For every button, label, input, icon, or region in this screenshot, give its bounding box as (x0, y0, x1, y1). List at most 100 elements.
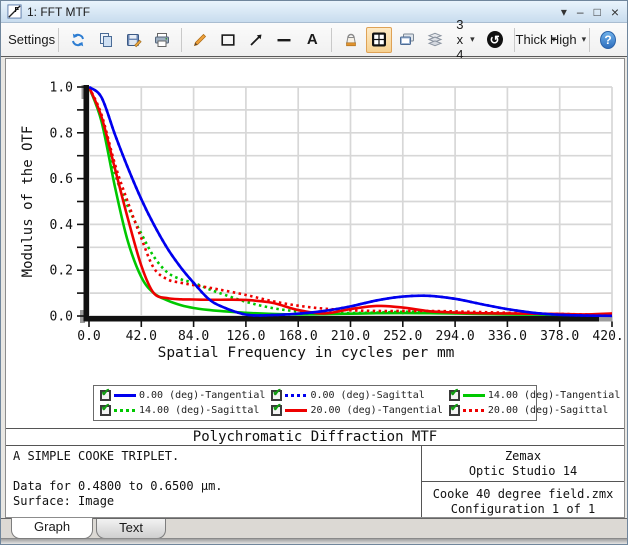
settings-label: Settings (8, 32, 55, 47)
x-tick-label: 42.0 (126, 329, 157, 344)
toolbar-separator (58, 28, 59, 52)
rectangle-annotation-button[interactable] (215, 27, 241, 53)
legend-label: 20.00 (deg)-Tangential (310, 405, 442, 416)
copy-icon (98, 32, 114, 48)
toolbar-separator (514, 28, 515, 52)
window-menu-button[interactable]: ▾ (561, 6, 567, 18)
tabbar: GraphText (1, 518, 627, 540)
grid-layout-button[interactable] (366, 27, 392, 53)
minimize-button[interactable]: – (577, 6, 584, 18)
legend-checkbox[interactable]: ✔ (449, 390, 460, 401)
legend-line-sample (285, 409, 307, 412)
arrow-annotation-button[interactable] (243, 27, 269, 53)
software-version-line: Zemax (422, 449, 624, 464)
x-tick-label: 420.0 (592, 329, 624, 344)
y-tick-label: 0.0 (50, 310, 73, 325)
x-tick-label: 126.0 (226, 329, 265, 344)
windows-icon (399, 31, 415, 48)
window-title: 1: FFT MTF (27, 5, 556, 19)
titlebar: F 1: FFT MTF ▾ – □ × (1, 1, 627, 23)
tab-text[interactable]: Text (96, 519, 166, 539)
layers-icon (427, 31, 443, 48)
chart-info-table: A SIMPLE COOKE TRIPLET. Data for 0.4800 … (6, 446, 624, 517)
check-icon: ✔ (450, 401, 459, 414)
y-tick-label: 0.6 (50, 172, 73, 187)
print-button[interactable] (149, 27, 175, 53)
toolbar-separator (589, 28, 590, 52)
graph-panel: 1.00.80.60.40.20.00.042.084.0126.0168.02… (5, 58, 625, 518)
thickness-value: Thick (516, 32, 547, 47)
text-annotation-button[interactable]: A (299, 27, 325, 53)
line-annotation-button[interactable] (271, 27, 297, 53)
y-tick-label: 0.2 (50, 264, 73, 279)
legend-checkbox[interactable]: ✔ (271, 390, 282, 401)
software-version-line: Optic Studio 14 (422, 464, 624, 479)
refresh-icon (70, 32, 86, 48)
legend-line-sample (463, 394, 485, 397)
legend-checkbox[interactable]: ✔ (271, 405, 282, 416)
legend-checkbox[interactable]: ✔ (100, 390, 111, 401)
settings-button[interactable]: Settings (7, 27, 52, 53)
y-axis-bar (84, 85, 90, 322)
line-icon (276, 32, 292, 48)
copy-button[interactable] (93, 27, 119, 53)
layers-button[interactable] (422, 27, 448, 53)
arrow-icon (248, 32, 264, 48)
thickness-dropdown[interactable]: Thick ▾ (520, 27, 551, 53)
y-tick-label: 1.0 (50, 81, 73, 96)
clone-window-button[interactable] (394, 27, 420, 53)
save-button[interactable] (121, 27, 147, 53)
caret-down-icon: ▾ (582, 34, 587, 45)
layout-dropdown[interactable]: 3 x 4 ▾ (450, 27, 480, 53)
lamp-button[interactable] (338, 27, 364, 53)
svg-text:F: F (15, 5, 20, 14)
reset-icon: ↺ (487, 31, 503, 48)
refresh-button[interactable] (65, 27, 91, 53)
app-window: F 1: FFT MTF ▾ – □ × Settings (0, 0, 628, 545)
x-tick-label: 252.0 (383, 329, 422, 344)
legend-label: 0.00 (deg)-Tangential (139, 390, 265, 401)
mtf-chart: 1.00.80.60.40.20.00.042.084.0126.0168.02… (6, 59, 624, 381)
x-tick-label: 294.0 (436, 329, 475, 344)
legend-label: 20.00 (deg)-Sagittal (488, 405, 608, 416)
legend-line-sample (114, 409, 136, 412)
lens-notes-cell: A SIMPLE COOKE TRIPLET. Data for 0.4800 … (6, 446, 422, 517)
check-icon: ✔ (101, 401, 110, 414)
tab-graph[interactable]: Graph (11, 518, 93, 539)
help-button[interactable]: ? (595, 27, 621, 53)
lens-file-line: Configuration 1 of 1 (422, 502, 624, 517)
legend-item: ✔14.00 (deg)-Sagittal (100, 405, 265, 416)
legend-line-sample (463, 409, 485, 412)
x-tick-label: 84.0 (178, 329, 209, 344)
legend-item: ✔14.00 (deg)-Tangential (449, 390, 620, 401)
legend-checkbox[interactable]: ✔ (100, 405, 111, 416)
y-tick-label: 0.8 (50, 126, 73, 141)
y-axis-label: Modulus of the OTF (20, 126, 36, 278)
x-tick-label: 168.0 (279, 329, 318, 344)
quality-dropdown[interactable]: High ▾ (553, 27, 582, 53)
x-tick-label: 210.0 (331, 329, 370, 344)
lens-file-line: Cooke 40 degree field.zmx (422, 487, 624, 502)
legend-item: ✔ 20.00 (deg)-Sagittal (449, 405, 620, 416)
quality-value: High (550, 32, 577, 47)
save-icon (126, 32, 142, 48)
maximize-button[interactable]: □ (594, 6, 601, 18)
rectangle-icon (220, 31, 236, 49)
lens-note-line: Surface: Image (13, 494, 414, 509)
pencil-annotation-button[interactable] (187, 27, 213, 53)
legend-checkbox[interactable]: ✔ (449, 405, 460, 416)
lens-note-line: Data for 0.4800 to 0.6500 µm. (13, 479, 414, 494)
pencil-icon (192, 32, 208, 48)
legend-item: ✔0.00 (deg)-Sagittal (271, 390, 442, 401)
toolbar-separator (181, 28, 182, 52)
close-button[interactable]: × (611, 5, 619, 19)
x-axis-label: Spatial Frequency in cycles per mm (158, 345, 455, 361)
check-icon: ✔ (272, 386, 281, 399)
lens-note-line (13, 464, 414, 479)
reset-button[interactable]: ↺ (482, 27, 508, 53)
software-version-cell: ZemaxOptic Studio 14 (422, 446, 624, 482)
toolbar-separator (331, 28, 332, 52)
window-bottom-edge (1, 538, 627, 544)
x-axis-bar (84, 316, 600, 322)
caret-down-icon: ▾ (470, 34, 475, 45)
